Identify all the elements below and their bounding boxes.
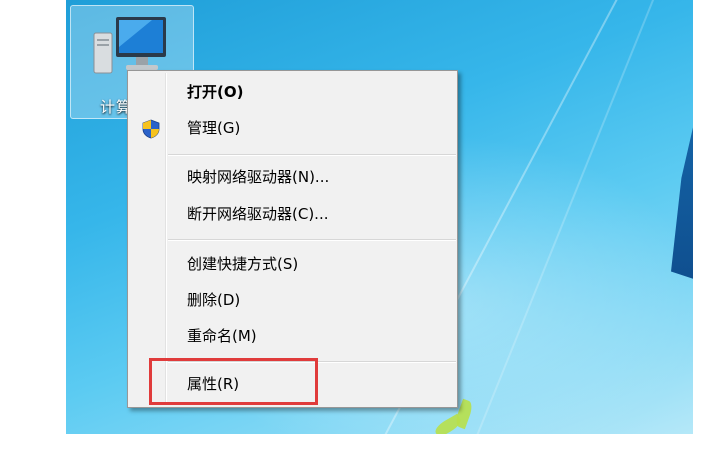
menu-item-label: 映射网络驱动器(N)...	[187, 168, 330, 186]
windows-logo-fragment	[671, 110, 693, 280]
light-streak	[461, 0, 658, 434]
menu-item-label: 管理(G)	[187, 119, 241, 137]
menu-item-label: 断开网络驱动器(C)...	[187, 205, 329, 223]
menu-item-open[interactable]: 打开(O)	[130, 75, 455, 109]
menu-item-label: 创建快捷方式(S)	[187, 255, 299, 273]
menu-separator	[168, 239, 456, 241]
menu-separator	[168, 154, 456, 156]
computer-icon	[93, 17, 166, 74]
menu-item-manage[interactable]: 管理(G)	[130, 111, 455, 145]
menu-item-rename[interactable]: 重命名(M)	[130, 319, 455, 353]
menu-item-label: 删除(D)	[187, 291, 241, 309]
menu-item-disconnect-network-drive[interactable]: 断开网络驱动器(C)...	[130, 197, 455, 231]
menu-item-create-shortcut[interactable]: 创建快捷方式(S)	[130, 247, 455, 281]
menu-item-map-network-drive[interactable]: 映射网络驱动器(N)...	[130, 160, 455, 194]
menu-item-delete[interactable]: 删除(D)	[130, 283, 455, 317]
uac-shield-icon	[142, 119, 160, 139]
menu-item-label: 重命名(M)	[187, 327, 257, 345]
properties-highlight-box	[149, 358, 318, 405]
menu-item-label: 打开(O)	[187, 83, 244, 101]
